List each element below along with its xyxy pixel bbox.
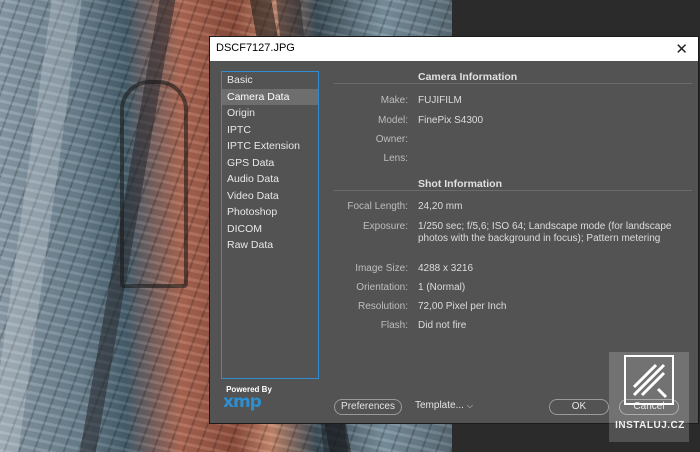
model-label: Model:	[377, 115, 408, 126]
lens-label: Lens:	[383, 153, 408, 164]
make-label: Make:	[380, 95, 408, 106]
shot-info-heading: Shot Information	[418, 178, 502, 190]
window-title: DSCF7127.JPG	[216, 42, 295, 54]
flash-value: Did not fire	[418, 320, 467, 331]
exposure-label: Exposure:	[362, 221, 408, 232]
nav-item-audio-data[interactable]: Audio Data	[222, 171, 318, 188]
resolution-value: 72,00 Pixel per Inch	[418, 301, 507, 312]
image-size-value: 4288 x 3216	[418, 263, 474, 274]
xmp-logo-text: xmp	[223, 392, 262, 412]
template-dropdown-label: Template...	[415, 400, 464, 411]
divider	[334, 190, 692, 191]
nav-item-raw-data[interactable]: Raw Data	[222, 237, 318, 254]
image-size-label: Image Size:	[355, 263, 408, 274]
background-lantern	[120, 80, 188, 288]
xmp-logo: Powered By xmp	[223, 385, 283, 412]
nav-item-gps-data[interactable]: GPS Data	[222, 155, 318, 172]
nav-item-iptc[interactable]: IPTC	[222, 122, 318, 139]
focal-length-label: Focal Length:	[347, 201, 408, 212]
camera-info-heading: Camera Information	[418, 71, 518, 83]
watermark-logo-icon	[624, 355, 674, 405]
watermark-text: INSTALUJ.CZ	[615, 420, 685, 431]
nav-item-photoshop[interactable]: Photoshop	[222, 204, 318, 221]
ok-button[interactable]: OK	[549, 399, 609, 415]
nav-item-video-data[interactable]: Video Data	[222, 188, 318, 205]
nav-item-iptc-extension[interactable]: IPTC Extension	[222, 138, 318, 155]
category-list: Basic Camera Data Origin IPTC IPTC Exten…	[221, 71, 319, 379]
nav-item-basic[interactable]: Basic	[222, 72, 318, 89]
close-icon[interactable]: ✕	[675, 40, 688, 58]
orientation-label: Orientation:	[356, 282, 408, 293]
nav-item-camera-data[interactable]: Camera Data	[222, 88, 318, 105]
template-dropdown[interactable]: Template... ⌵	[415, 399, 485, 413]
model-value: FinePix S4300	[418, 115, 484, 126]
flash-label: Flash:	[380, 320, 408, 331]
owner-label: Owner:	[375, 134, 408, 145]
title-bar: DSCF7127.JPG ✕	[210, 37, 698, 61]
divider	[334, 83, 692, 84]
nav-item-origin[interactable]: Origin	[222, 105, 318, 122]
make-value: FUJIFILM	[418, 95, 462, 106]
focal-length-value: 24,20 mm	[418, 201, 463, 212]
resolution-label: Resolution:	[357, 301, 408, 312]
nav-item-dicom[interactable]: DICOM	[222, 221, 318, 238]
orientation-value: 1 (Normal)	[418, 282, 466, 293]
preferences-button[interactable]: Preferences	[334, 399, 402, 415]
background-shape	[0, 0, 82, 452]
chevron-down-icon: ⌵	[466, 401, 473, 410]
exposure-value: 1/250 sec; f/5,6; ISO 64; Landscape mode…	[418, 221, 672, 244]
